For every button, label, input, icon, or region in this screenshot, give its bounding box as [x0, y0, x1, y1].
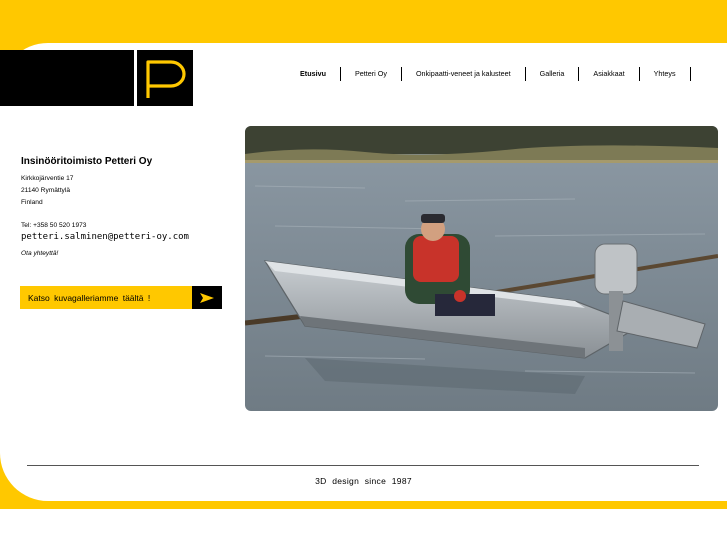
company-name: Insinööritoimisto Petteri Oy	[21, 156, 153, 167]
gallery-button-label: Katso kuvagalleriamme täältä !	[20, 286, 192, 309]
arrow-right-icon	[192, 286, 222, 309]
phone-number: Tel: +358 50 520 1973	[21, 222, 87, 229]
contact-link[interactable]: Ota yhteyttä!	[21, 250, 58, 257]
nav-item-galleria[interactable]: Galleria	[526, 69, 579, 78]
footer-divider	[27, 465, 699, 466]
footer-tagline: 3D design since 1987	[315, 476, 412, 486]
nav-separator	[689, 66, 691, 81]
nav-item-onkipaatti[interactable]: Onkipaatti-veneet ja kalusteet	[402, 69, 525, 78]
nav-item-asiakkaat[interactable]: Asiakkaat	[579, 69, 638, 78]
letter-p-logo-icon	[146, 60, 186, 98]
address-postal: 21140 Rymättylä	[21, 187, 70, 194]
gallery-button[interactable]: Katso kuvagalleriamme täältä !	[20, 286, 222, 309]
address-country: Finland	[21, 199, 43, 206]
nav-item-etusivu[interactable]: Etusivu	[286, 69, 340, 78]
logo-black-block	[0, 50, 134, 106]
hero-photo-boat	[245, 126, 718, 411]
nav-item-petteri-oy[interactable]: Petteri Oy	[341, 69, 401, 78]
nav-item-yhteys[interactable]: Yhteys	[640, 69, 690, 78]
address-street: Kirkkojärventie 17	[21, 175, 74, 182]
main-nav: Etusivu Petteri Oy Onkipaatti-veneet ja …	[286, 66, 691, 81]
logo[interactable]	[137, 50, 193, 106]
email-link[interactable]: petteri.salminen@petteri-oy.com	[21, 232, 189, 242]
